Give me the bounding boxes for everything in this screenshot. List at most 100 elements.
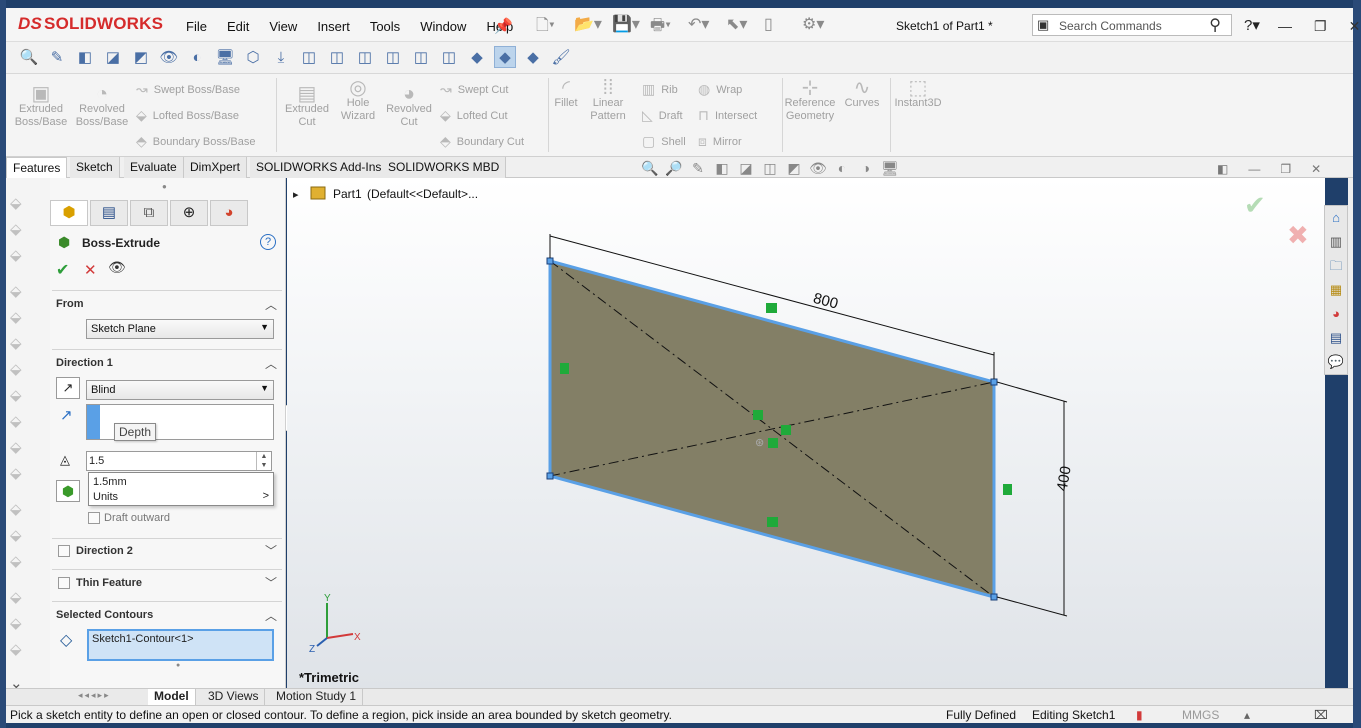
swept-boss-button[interactable]: ↝ Swept Boss/Base bbox=[136, 81, 240, 98]
depth-input[interactable]: 1.5 bbox=[86, 451, 272, 471]
linear-pattern-button[interactable]: ⁞⁞ Linear Pattern bbox=[586, 78, 630, 123]
selected-contours-section-header[interactable]: Selected Contours bbox=[56, 609, 153, 621]
save-icon[interactable]: 💾▾ bbox=[612, 14, 646, 41]
trimetric-view-icon[interactable]: ◆ bbox=[494, 46, 516, 68]
view-orientation-icon[interactable]: ◫ bbox=[760, 160, 780, 177]
collapse-caret-icon[interactable]: ︿ bbox=[265, 355, 277, 372]
rebuild-indicator-icon[interactable]: ▮ bbox=[1136, 708, 1143, 722]
extruded-boss-button[interactable]: ▣ Extruded Boss/Base bbox=[12, 84, 70, 129]
view-palette-icon[interactable]: ▦ bbox=[1325, 278, 1347, 302]
tab-features[interactable]: Features bbox=[6, 157, 68, 178]
hide-show-items-icon[interactable]: 👁 bbox=[808, 160, 828, 177]
collapse-caret-icon[interactable]: ︿ bbox=[265, 607, 277, 624]
instant3d-button[interactable]: ⬚ Instant3D bbox=[892, 78, 944, 110]
boundary-boss-button[interactable]: ⬘ Boundary Boss/Base bbox=[136, 133, 256, 150]
shell-button[interactable]: ▢ Shell bbox=[642, 133, 686, 150]
minimize-viewport-icon[interactable]: — bbox=[1248, 162, 1260, 176]
hide-show-icon[interactable]: 👁 bbox=[158, 46, 180, 68]
lofted-boss-button[interactable]: ⬙ Lofted Boss/Base bbox=[136, 107, 239, 124]
right-scroll-edge[interactable] bbox=[1348, 178, 1353, 688]
contour-list-item[interactable]: Sketch1-Contour<1> bbox=[92, 633, 194, 645]
display-style-icon[interactable]: ◩ bbox=[130, 46, 152, 68]
status-options-icon[interactable]: ⌧ bbox=[1314, 708, 1328, 722]
home-icon[interactable]: ⌂ bbox=[1325, 206, 1347, 230]
zoom-to-fit-icon[interactable]: 🔍 bbox=[640, 160, 660, 177]
right-view-icon[interactable]: ◫ bbox=[382, 46, 404, 68]
dynamic-annotation-icon[interactable]: ◪ bbox=[736, 160, 756, 177]
tab-scroll-arrows[interactable]: ◂◂◂▸▸ bbox=[78, 690, 111, 701]
appearances-icon[interactable]: ◕ bbox=[1325, 302, 1347, 326]
help-icon[interactable]: ?▾ bbox=[1244, 16, 1260, 34]
lofted-cut-button[interactable]: ⬙ Lofted Cut bbox=[440, 107, 508, 124]
splitter-dot[interactable]: ● bbox=[176, 662, 180, 669]
revolved-boss-button[interactable]: ◔ Revolved Boss/Base bbox=[74, 84, 130, 129]
front-view-icon[interactable]: ◫ bbox=[298, 46, 320, 68]
forum-icon[interactable]: 💬 bbox=[1325, 350, 1347, 374]
suggestion-units[interactable]: Units bbox=[93, 491, 118, 503]
intersect-button[interactable]: ⊓ Intersect bbox=[698, 107, 757, 124]
suggestion-value[interactable]: 1.5mm bbox=[93, 476, 127, 488]
preview-eye-icon[interactable]: 👁 bbox=[108, 259, 126, 276]
tab-sketch[interactable]: Sketch bbox=[70, 157, 120, 178]
rebuild-icon[interactable]: ▯ bbox=[764, 14, 798, 41]
tab-dimxpert[interactable]: DimXpert bbox=[184, 157, 248, 178]
draft-outward-checkbox[interactable] bbox=[88, 512, 100, 524]
normal-to-icon[interactable]: ⤓ bbox=[270, 46, 292, 68]
extruded-cut-button[interactable]: ▤ Extruded Cut bbox=[282, 84, 332, 129]
left-view-icon[interactable]: ◫ bbox=[354, 46, 376, 68]
revolved-cut-button[interactable]: ◕ Revolved Cut bbox=[384, 84, 434, 129]
units-dropdown-icon[interactable]: ▴ bbox=[1244, 708, 1250, 722]
reference-geometry-button[interactable]: ⊹ Reference Geometry bbox=[784, 78, 836, 123]
ok-button[interactable]: ✔ bbox=[56, 260, 69, 280]
isometric-view-icon[interactable]: ◆ bbox=[466, 46, 488, 68]
display-manager-tab-icon[interactable]: ◕ bbox=[210, 200, 248, 226]
thin-feature-checkbox[interactable] bbox=[58, 577, 70, 589]
print-icon[interactable]: 🖶▾ bbox=[650, 14, 684, 41]
graphics-area[interactable]: ▸ Part1 (Default<<Default>... ⊛ 800 400 … bbox=[287, 178, 1325, 688]
restore-icon[interactable]: ❐ bbox=[1314, 18, 1327, 35]
design-library-icon[interactable]: ▥ bbox=[1325, 230, 1347, 254]
help-button[interactable]: ? bbox=[260, 234, 276, 250]
undo-icon[interactable]: ↶▾ bbox=[688, 14, 722, 41]
tab-mbd[interactable]: SOLIDWORKS MBD bbox=[382, 157, 507, 178]
apply-scene-icon[interactable]: ◑ bbox=[856, 160, 876, 177]
status-units[interactable]: MMGS bbox=[1182, 708, 1219, 722]
zoom-area-icon[interactable]: 🔎 bbox=[664, 160, 684, 177]
open-icon[interactable]: 📂▾ bbox=[574, 14, 608, 41]
expand-caret-icon[interactable]: ﹀ bbox=[265, 542, 277, 559]
menu-view[interactable]: View bbox=[269, 19, 297, 34]
close-icon[interactable]: ✕ bbox=[1349, 18, 1361, 35]
file-explorer-icon[interactable]: 🗀 bbox=[1325, 254, 1347, 278]
options-icon[interactable]: ⚙▾ bbox=[802, 14, 836, 41]
display-style-icon[interactable]: ◩ bbox=[784, 160, 804, 177]
appearance-icon[interactable]: ◐ bbox=[186, 46, 208, 68]
search-input[interactable]: Search Commands bbox=[1059, 19, 1162, 33]
collapse-caret-icon[interactable]: ︿ bbox=[265, 296, 277, 313]
tab-3d-views[interactable]: 3D Views bbox=[202, 689, 266, 705]
section-view-icon[interactable]: ◧ bbox=[712, 160, 732, 177]
menu-window[interactable]: Window bbox=[420, 19, 466, 34]
expand-caret-icon[interactable]: ﹀ bbox=[265, 574, 277, 591]
dimxpert-manager-tab-icon[interactable]: ⊕ bbox=[170, 200, 208, 226]
curves-button[interactable]: ∿ Curves bbox=[842, 78, 882, 110]
hole-wizard-button[interactable]: ◎ Hole Wizard bbox=[334, 78, 382, 123]
wrap-button[interactable]: ◍ Wrap bbox=[698, 81, 742, 98]
view-settings-icon[interactable]: ⬡ bbox=[242, 46, 264, 68]
menu-edit[interactable]: Edit bbox=[227, 19, 249, 34]
draft-button[interactable]: ◺ Draft bbox=[642, 107, 683, 124]
from-dropdown[interactable]: Sketch Plane ▼ bbox=[86, 319, 274, 339]
fillet-button[interactable]: ◜ Fillet bbox=[552, 78, 580, 110]
value-suggestion-popup[interactable]: 1.5mm Units > bbox=[88, 472, 274, 506]
dimetric-view-icon[interactable]: ◆ bbox=[522, 46, 544, 68]
select-icon[interactable]: ⬉▾ bbox=[726, 14, 760, 41]
view-orientation-icon[interactable]: ◪ bbox=[102, 46, 124, 68]
direction2-section-header[interactable]: Direction 2 bbox=[76, 545, 133, 557]
feature-manager-tab-icon[interactable]: ⬢ bbox=[50, 200, 88, 226]
tab-evaluate[interactable]: Evaluate bbox=[124, 157, 184, 178]
boundary-cut-button[interactable]: ⬘ Boundary Cut bbox=[440, 133, 524, 150]
top-view-icon[interactable]: ◫ bbox=[410, 46, 432, 68]
previous-view-icon[interactable]: ✎ bbox=[688, 160, 708, 177]
cancel-button[interactable]: ✕ bbox=[84, 261, 97, 279]
tab-model[interactable]: Model bbox=[148, 689, 196, 705]
rib-button[interactable]: ▥ Rib bbox=[642, 81, 678, 98]
